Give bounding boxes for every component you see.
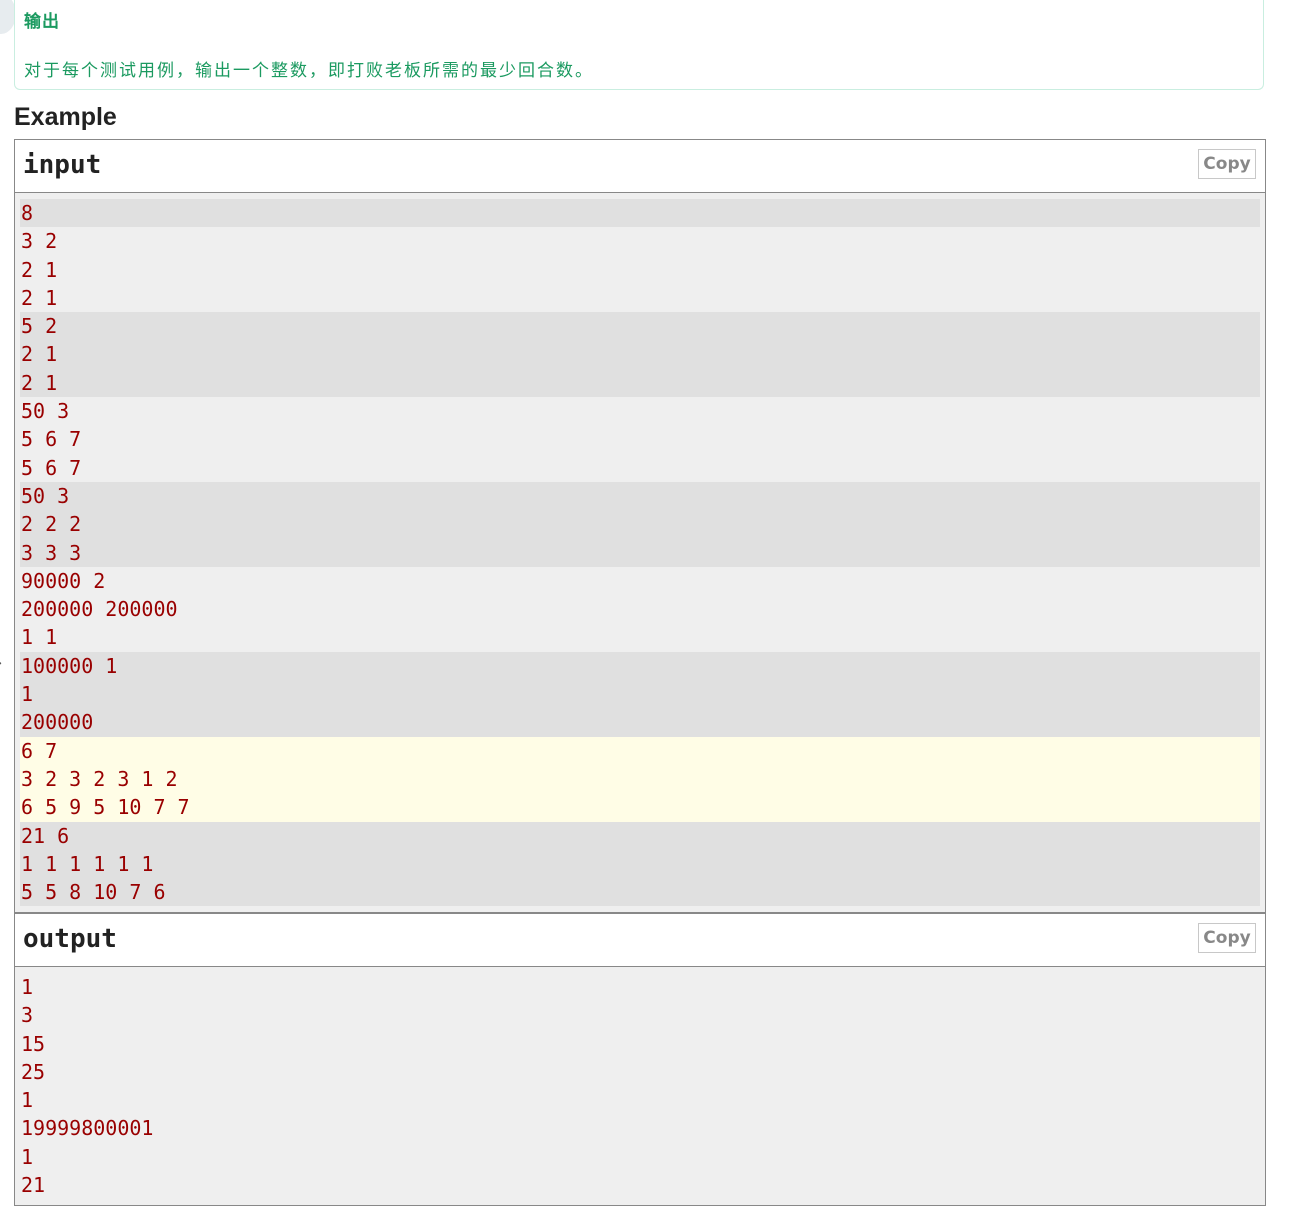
sample-output-title: output	[23, 924, 117, 954]
sample-output-line: 21	[21, 1173, 46, 1198]
sample-output-header: output Copy	[15, 914, 1265, 967]
sample-output-line: 1	[21, 975, 34, 999]
sample-input-line: 5 6 7	[21, 455, 82, 480]
sample-output-lines[interactable]: 1 3 15 25 1 19999800001 1 21	[20, 973, 1260, 1199]
sample-input-line: 2 1	[20, 368, 1260, 398]
sample-input-line: 2 1	[20, 340, 1260, 369]
sample-input-line: 100000 1	[20, 651, 1260, 681]
sample-output-line: 3	[21, 1003, 34, 1028]
sample-input-line: 6 5 9 5 10 7 7	[20, 793, 1260, 822]
sample-input-line: 1	[20, 680, 1260, 709]
sample-output-line: 1	[21, 1144, 34, 1169]
sample-input-line: 5 6 7	[21, 427, 82, 452]
output-spec-text: 对于每个测试用例，输出一个整数，即打败老板所需的最少回合数。	[24, 61, 594, 81]
sample-output-line: 25	[21, 1059, 46, 1084]
sample-input-line: 2 2 2	[20, 510, 1260, 539]
copy-output-button[interactable]: Copy	[1198, 923, 1256, 953]
sample-input-line: 2 1	[21, 257, 58, 282]
sample-input-line: 2 1	[21, 285, 58, 310]
sample-input-line: 8	[20, 199, 1260, 228]
sample-input-lines[interactable]: 83 22 12 15 22 12 1 50 35 6 75 6 7 50 32 2…	[20, 199, 1260, 907]
sample-input-line: 5 5 8 10 7 6	[20, 878, 1260, 907]
example-heading: Example	[14, 103, 117, 131]
sample-output-line: 19999800001	[21, 1116, 154, 1141]
sample-input-line: 200000 200000	[21, 597, 178, 622]
sample-input-line: 3 3 3	[20, 538, 1260, 567]
sample-output-box: output Copy 1 3 15 25 1 19999800001 1 21	[14, 913, 1266, 1206]
sample-input-line: 1 1	[21, 625, 58, 650]
sample-input-header: input Copy	[15, 140, 1265, 193]
sample-input-line: 21 6	[20, 821, 1260, 850]
sample-input-line: 3 2 3 2 3 1 2	[20, 764, 1260, 794]
output-spec-title: 输出	[24, 12, 60, 32]
sample-input-line: 6 7	[20, 736, 1260, 765]
sample-input-line: 5 2	[20, 312, 1260, 341]
sample-input-box: input Copy 83 22 12 15 22 12 1 50 35 6 75…	[14, 139, 1266, 913]
sample-input-line: 90000 2	[21, 568, 106, 593]
sample-input-title: input	[23, 150, 102, 180]
sample-input-line: 50 3	[20, 481, 1260, 511]
sample-output-line: 15	[21, 1031, 46, 1056]
sample-input-line: 3 2	[21, 229, 58, 254]
sample-input-line: 1 1 1 1 1 1	[20, 849, 1260, 879]
sample-input-line: 200000	[20, 708, 1260, 737]
copy-input-button[interactable]: Copy	[1198, 149, 1256, 179]
sample-input-line: 50 3	[21, 399, 70, 424]
line-marker-glyph: ›	[0, 653, 2, 672]
sample-output-line: 1	[21, 1088, 34, 1113]
output-spec-section: 输出 对于每个测试用例，输出一个整数，即打败老板所需的最少回合数。	[14, 0, 1264, 90]
